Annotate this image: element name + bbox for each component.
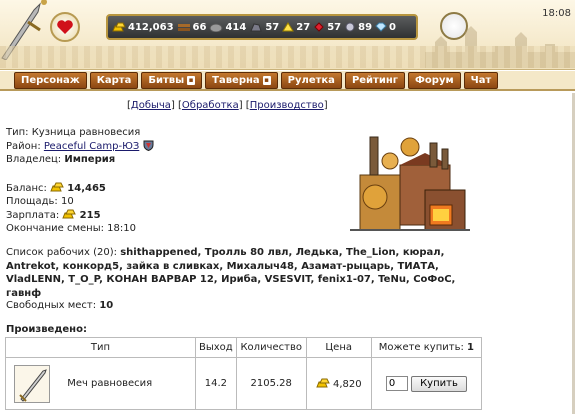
tab-production[interactable]: Производство	[250, 100, 324, 111]
tab-extraction[interactable]: Добыча	[131, 100, 171, 111]
district-link[interactable]: Peaceful Camp-ЮЗ	[44, 141, 139, 152]
buy-quantity-input[interactable]	[385, 376, 408, 391]
item-price: 4,820	[332, 378, 362, 390]
col-quantity: Количество	[235, 337, 307, 358]
dropdown-badge-icon: ▪	[262, 76, 271, 85]
header-ornament	[0, 46, 575, 68]
forge-building-icon	[350, 136, 470, 231]
nav-battles[interactable]: Битвы ▪	[141, 72, 203, 89]
free-places-row: Свободных мест: 10	[6, 300, 114, 311]
stone-icon	[209, 23, 223, 32]
nav-map[interactable]: Карта	[89, 72, 139, 89]
owner-row: Владелец: Империя	[6, 154, 116, 165]
resource-mercury: 89	[344, 22, 372, 33]
facility-info: Тип: Кузница равновесия Район: Peaceful …	[6, 126, 326, 236]
shift-end-row: Окончание смены: 18:10	[6, 223, 136, 234]
col-can-buy: Можете купить: 1	[370, 337, 483, 358]
item-name: Меч равновесия	[67, 378, 153, 389]
item-cell: Меч равновесия	[5, 357, 196, 410]
item-quantity: 2105.28	[235, 357, 307, 410]
type-value: Кузница равновесия	[31, 127, 141, 138]
item-output: 14.2	[195, 357, 237, 410]
mercury-icon	[345, 22, 355, 32]
gold-bars-icon	[62, 209, 77, 218]
col-output: Выход	[195, 337, 237, 358]
wood-icon	[177, 24, 190, 31]
item-price-cell: 4,820	[305, 357, 372, 410]
col-price: Цена	[305, 337, 372, 358]
nav-character[interactable]: Персонаж	[14, 72, 87, 89]
resource-stone: 414	[209, 22, 246, 33]
diamond-icon	[375, 22, 387, 32]
resource-gold: 412,063	[112, 22, 174, 33]
resource-sulfur: 27	[282, 22, 310, 33]
balance-row: Баланс: 14,465	[6, 182, 106, 194]
nav-chat[interactable]: Чат	[463, 72, 499, 89]
gold-bars-icon	[112, 22, 126, 32]
area-row: Площадь: 10	[6, 196, 74, 207]
can-buy-count: 1	[467, 342, 475, 353]
owner-value: Империя	[64, 154, 116, 165]
nav-forum[interactable]: Форум	[408, 72, 461, 89]
salary-value: 215	[79, 209, 101, 221]
iron-ore-icon	[250, 23, 263, 32]
sword-icon[interactable]	[14, 364, 50, 403]
district-row: Район: Peaceful Camp-ЮЗ	[6, 140, 326, 154]
free-places-value: 10	[99, 300, 114, 311]
buy-cell: Купить	[370, 357, 483, 410]
workers-list: Список рабочих (20): shithappened, Тролл…	[6, 247, 456, 299]
gold-bars-icon	[50, 182, 64, 191]
shift-end-value: 18:10	[107, 223, 136, 234]
gold-bars-icon	[316, 378, 330, 387]
resource-wood: 66	[177, 22, 206, 33]
nav-tavern[interactable]: Таверна ▪	[205, 72, 278, 89]
tab-processing[interactable]: Обработка	[182, 100, 239, 111]
resource-ore: 57	[249, 22, 279, 33]
dropdown-badge-icon: ▪	[187, 76, 196, 85]
balance-value: 14,465	[67, 182, 106, 194]
main-nav: Персонаж Карта Битвы ▪ Таверна ▪ Рулетка Р…	[0, 71, 575, 91]
crystal-red-icon	[314, 22, 324, 32]
resource-diamond: 0	[375, 22, 396, 33]
table-row: Меч равновесия 14.2 2105.28 4,820 Купить	[5, 357, 483, 410]
health-heart-icon[interactable]	[50, 12, 80, 42]
table-header-row: Тип Выход Количество Цена Можете купить:…	[5, 337, 483, 358]
produced-title: Произведено:	[6, 324, 87, 335]
nav-roulette[interactable]: Рулетка	[280, 72, 342, 89]
facility-tabs: [Добыча] [Обработка] [Производство]	[127, 100, 328, 111]
resources-bar: 412,063 66 414 57 27 57 89 0	[106, 14, 418, 40]
sulfur-icon	[282, 22, 295, 32]
server-clock: 18:08	[542, 8, 571, 19]
nav-rating[interactable]: Рейтинг	[344, 72, 405, 89]
game-header: 412,063 66 414 57 27 57 89 0 18:08	[0, 0, 575, 70]
area-value: 10	[60, 196, 74, 207]
buy-button[interactable]: Купить	[411, 375, 467, 392]
district-shield-icon	[143, 140, 153, 151]
salary-row: Зарплата: 215	[6, 209, 101, 221]
type-row: Тип: Кузница равновесия	[6, 127, 141, 138]
col-type: Тип	[5, 337, 196, 358]
resource-crystal: 57	[313, 22, 341, 33]
produced-table: Тип Выход Количество Цена Можете купить:…	[5, 337, 483, 410]
